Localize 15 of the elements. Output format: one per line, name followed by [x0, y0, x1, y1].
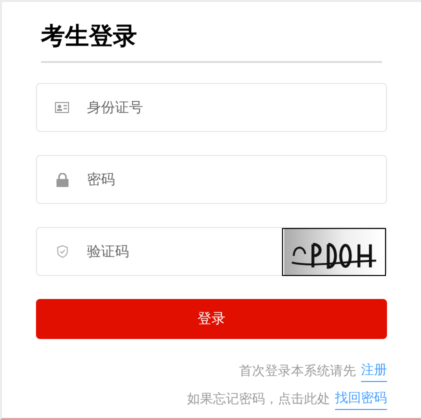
text-input[interactable]: 密码: [87, 156, 386, 203]
help-text: 首次登录本系统请先: [239, 362, 356, 380]
id-card-icon: [55, 102, 69, 113]
help-text: 如果忘记密码，点击此处: [187, 390, 330, 408]
text-input[interactable]: 验证码: [87, 228, 282, 275]
help-link[interactable]: 注册: [361, 361, 387, 382]
input-field[interactable]: 身份证号: [36, 83, 387, 132]
page-title: 考生登录: [41, 21, 138, 52]
text-input[interactable]: 身份证号: [87, 84, 386, 131]
input-field[interactable]: 密码: [36, 155, 387, 204]
login-button[interactable]: 登录: [36, 299, 387, 339]
help-link[interactable]: 找回密码: [335, 389, 387, 410]
lock-icon: [56, 172, 68, 186]
input-field[interactable]: 验证码: [36, 227, 387, 276]
shield-check-icon: [56, 245, 68, 258]
